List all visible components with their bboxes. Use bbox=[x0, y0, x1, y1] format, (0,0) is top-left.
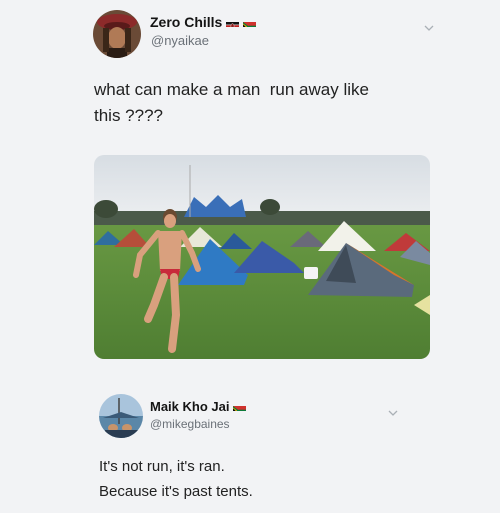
tweet-text-line-1: It's not run, it's ran. bbox=[99, 458, 225, 475]
flag-south-africa-icon bbox=[243, 18, 257, 27]
tweet-text-line-2: Because it's past tents. bbox=[99, 483, 253, 500]
avatar[interactable] bbox=[99, 394, 143, 438]
tweet-text-line-1: what can make a man run away like bbox=[94, 80, 369, 99]
chevron-down-icon[interactable] bbox=[388, 404, 398, 422]
handle[interactable]: @mikegbaines bbox=[150, 417, 230, 431]
tweet-text-line-2: this ???? bbox=[94, 106, 163, 125]
tweet-original: Zero Chills @nyaikae what can make a man… bbox=[0, 0, 500, 370]
avatar[interactable] bbox=[93, 10, 141, 58]
tweet-photo[interactable] bbox=[94, 155, 430, 359]
chevron-down-icon[interactable] bbox=[424, 19, 434, 37]
flag-south-africa-icon bbox=[233, 402, 247, 411]
display-name[interactable]: Zero Chills bbox=[150, 14, 222, 30]
handle[interactable]: @nyaikae bbox=[151, 33, 209, 48]
tweet-reply: Maik Kho Jai @mikegbaines It's not run, … bbox=[0, 380, 500, 513]
display-name[interactable]: Maik Kho Jai bbox=[150, 399, 229, 414]
flag-kenya-icon bbox=[226, 18, 240, 27]
